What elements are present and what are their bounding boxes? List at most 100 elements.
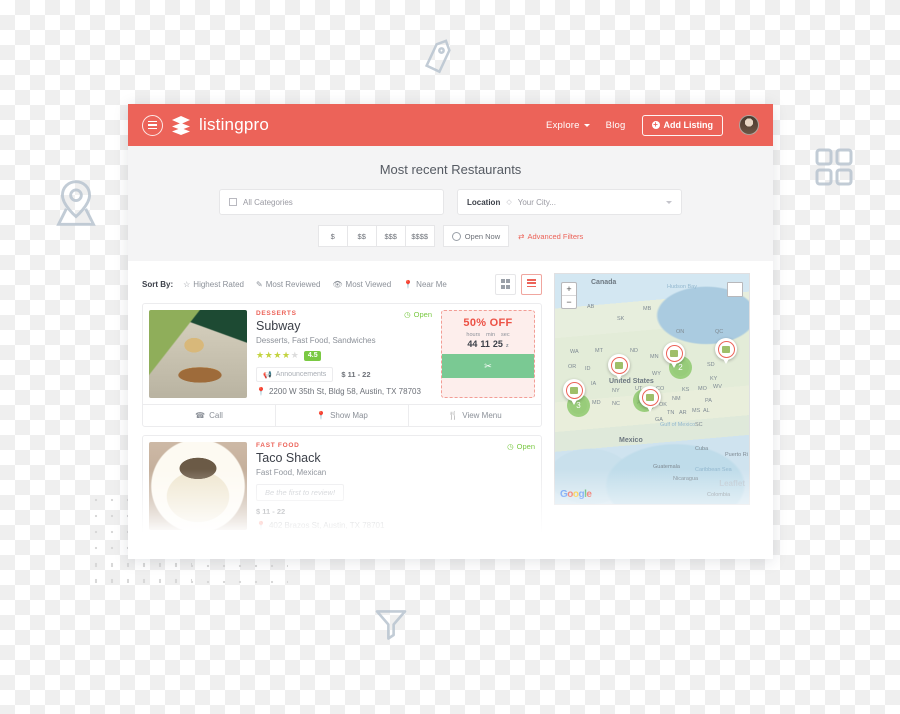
map-label-gulf-of-mexico: Gulf of Mexico [660,422,696,428]
listing-card-taco-shack[interactable]: ◷ Open FAST FOOD Taco Shack Fast Food, M… [142,435,542,537]
clock-icon: ◷ [507,442,514,451]
open-now-label: Open Now [464,231,501,241]
map-zoom-in-button[interactable]: + [562,283,576,296]
map-label-nicaragua: Nicaragua [673,476,699,482]
crosshair-icon[interactable]: ◇ [506,198,511,206]
map-label-co: NY [612,388,620,394]
map-listing-marker[interactable] [608,354,630,380]
advanced-filters-link[interactable]: ⇄ Advanced Filters [518,232,583,241]
map-listing-marker[interactable] [715,338,737,364]
map-label-wv: MO [698,386,707,392]
map-label-ky: KS [682,387,690,393]
listing-tags: Desserts, Fast Food, Sandwiches [256,336,376,345]
listing-title[interactable]: Taco Shack [256,451,535,465]
status-badge-label: Open [516,442,535,451]
countdown-labels: hours min sec [446,332,530,338]
add-listing-button[interactable]: + Add Listing [641,114,723,136]
listing-column: Sort By: ☆ Highest Rated ✎ Most Reviewed… [142,273,542,537]
map-label-wa: WA [570,349,579,355]
open-now-filter[interactable]: Open Now [442,225,510,247]
listingpro-logo-icon[interactable] [172,116,190,135]
map-zoom-out-button[interactable]: − [562,296,576,308]
map-label-hudson-bay: Hudson Bay [667,284,697,290]
sort-option-highest-rated[interactable]: ☆ Highest Rated [183,280,244,289]
price-filter-1[interactable]: $ [317,225,347,247]
page-title: Most recent Restaurants [379,162,522,177]
listing-action-bar: ☎ Call 📍 Show Map 🍴 View Menu [143,404,541,426]
pencil-icon: ✎ [256,279,263,289]
view-toggle [495,273,542,295]
call-button[interactable]: ☎ Call [143,405,276,426]
list-view-icon[interactable] [521,273,542,295]
listing-thumbnail[interactable] [149,310,247,398]
map-label-or: OR [568,364,577,370]
location-placeholder: Your City... [517,197,556,207]
map-listing-marker[interactable] [639,386,661,412]
map-pin-icon [56,180,96,226]
clock-icon: ◷ [404,310,411,319]
show-map-button[interactable]: 📍 Show Map [276,405,409,426]
price-filter-2[interactable]: $$ [346,225,376,247]
map-fullscreen-button[interactable] [727,282,743,297]
add-listing-label: Add Listing [663,120,714,130]
map-listing-marker[interactable] [563,379,585,405]
listing-category[interactable]: FAST FOOD [256,442,535,449]
map-label-mt: MT [595,348,603,354]
listing-card-subway[interactable]: ◷ Open DESSERTS Subway Desserts, Fast Fo… [142,303,542,427]
listing-title[interactable]: Subway [256,319,432,333]
coupon-top: 50% OFF hours min sec 44 11 25 z [442,311,534,354]
map-panel[interactable]: Canada Hudson Bay AB SK MB ON QC WA MT N… [554,273,750,505]
coupon-widget[interactable]: 50% OFF hours min sec 44 11 25 z ✂ [441,310,535,398]
map-label-sk: SK [617,316,625,322]
listing-address: 📍 402 Brazos St, Austin, TX 78701 [256,521,535,530]
location-input[interactable]: Location ◇ Your City... [457,189,682,215]
review-prompt-chip[interactable]: Be the first to review! [256,484,345,501]
map-label-guatemala: Guatemala [653,464,680,470]
brand-name[interactable]: listingpro [199,115,269,135]
map-label-ms: TN [667,410,675,416]
listing-meta: 📢 Announcements $ 11 - 22 [256,367,432,382]
map-label-puerto-rico: Puerto Ri [725,452,748,458]
sort-option-most-reviewed[interactable]: ✎ Most Reviewed [256,280,320,289]
map-label-ia: WY [652,371,661,377]
chevron-down-icon [666,200,672,204]
map-label-id: ID [585,366,591,372]
view-menu-button[interactable]: 🍴 View Menu [409,405,541,426]
sort-option-highest-rated-label: Highest Rated [193,279,244,289]
search-row: All Categories Location ◇ Your City... [128,189,773,215]
map-label-al: AR [679,410,687,416]
map-label-cuba: Cuba [695,446,709,452]
coupon-claim-button[interactable]: ✂ [442,354,534,378]
chevron-down-icon [583,123,590,127]
grid-view-icon[interactable] [495,273,516,295]
sort-option-near-me[interactable]: 📍 Near Me [403,280,447,289]
price-filter-4[interactable]: $$$$ [404,225,435,247]
sort-option-most-viewed[interactable]: 👁 Most Viewed [332,280,391,289]
pin-icon: 📍 [316,411,327,420]
listing-address-text: 2200 W 35th St, Bldg 58, Austin, TX 7870… [268,387,421,396]
avatar[interactable] [739,115,759,135]
map-zoom-controls[interactable]: + − [561,282,577,309]
hamburger-icon[interactable] [142,114,163,136]
categories-icon [229,198,237,206]
scissors-icon: ✂ [484,360,492,371]
nav-link-blog[interactable]: Blog [606,120,626,131]
announcements-chip[interactable]: 📢 Announcements [256,367,334,382]
map-label-ab: AB [587,304,595,310]
eye-icon: 👁 [332,279,343,289]
map-label-sc: AL [703,408,710,414]
listing-thumbnail[interactable] [149,442,247,530]
price-filter-3[interactable]: $$$ [375,225,405,247]
megaphone-icon: 📢 [263,371,272,379]
coupon-discount: 50% OFF [463,317,513,329]
rating-row: ★★★★★ 4.5 [256,350,432,361]
status-badge: ◷ Open [404,310,432,319]
sort-bar: Sort By: ☆ Highest Rated ✎ Most Reviewed… [142,273,542,295]
map-listing-marker[interactable] [663,342,685,368]
announcements-label: Announcements [275,371,327,378]
price-filter-group: $ $$ $$$ $$$$ [317,225,435,247]
category-select[interactable]: All Categories [219,189,444,215]
nav-link-explore[interactable]: Explore [546,120,590,131]
map-label-mexico: Mexico [619,437,643,444]
leaflet-attribution[interactable]: Leaflet [719,479,745,488]
